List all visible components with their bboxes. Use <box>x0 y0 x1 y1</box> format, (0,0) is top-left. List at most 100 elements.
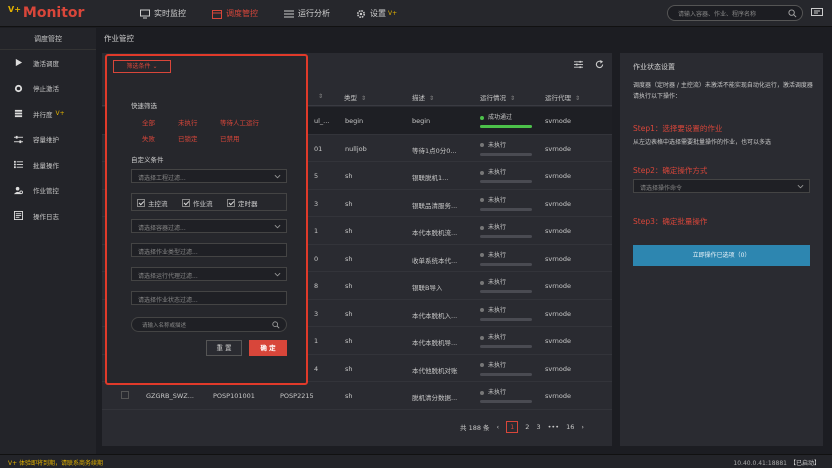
apply-selected-button[interactable]: 立即操作已选项（0） <box>633 245 810 266</box>
cell-type: nulljob <box>345 144 367 153</box>
quick-filter-failed[interactable]: 失败 <box>142 133 155 143</box>
column-header-sort[interactable]: ⇕ <box>314 92 323 100</box>
sidebar-item-stop[interactable]: 停止激活 <box>0 76 96 102</box>
page-button-current[interactable]: 1 <box>506 421 519 433</box>
monitor-icon <box>140 9 150 18</box>
search-icon[interactable] <box>272 321 280 329</box>
progress-bar <box>480 180 532 183</box>
job-status-filter-input[interactable]: 请选择作业状态过滤... <box>131 291 287 305</box>
status-text: 未执行 <box>488 389 507 396</box>
cell-c3: 5 <box>314 172 319 180</box>
container-filter-select[interactable]: 请选择容器过滤... <box>131 219 287 233</box>
cell-type: sh <box>345 254 353 263</box>
page-button[interactable]: 3 <box>536 423 540 431</box>
nav-label: 运行分析 <box>298 9 330 18</box>
server-status: 【已启动】 <box>789 460 820 467</box>
sort-icon: ⇕ <box>318 93 324 100</box>
sidebar-item-log[interactable]: 操作日志 <box>0 203 96 229</box>
checkbox-job-flow[interactable]: 作业流 <box>182 198 213 208</box>
cell-type: sh <box>345 227 353 235</box>
agent-filter-select[interactable]: 请选择运行代理过滤... <box>131 267 287 281</box>
progress-bar <box>480 125 532 128</box>
search-icon[interactable] <box>788 9 797 18</box>
progress-bar <box>480 235 532 238</box>
project-filter-select[interactable]: 请选择工程过滤... <box>131 169 287 183</box>
sidebar-item-batch[interactable]: 批量操作 <box>0 152 96 178</box>
cell-c3: 1 <box>314 227 319 235</box>
checkbox-label: 作业流 <box>193 200 213 208</box>
run-status: 未执行 <box>480 167 532 183</box>
gear-icon <box>356 9 366 18</box>
cell-agent: svrnode <box>545 392 572 400</box>
select-placeholder: 请选择容器过滤... <box>138 225 186 232</box>
quick-filter-disabled[interactable]: 已禁用 <box>220 133 240 143</box>
job-type-filter-input[interactable]: 请选择作业类型过滤... <box>131 243 287 257</box>
page-button-last[interactable]: 16 <box>566 423 574 431</box>
license-warning[interactable]: V+ 体验即将到期，请联系商务续期 <box>8 458 103 467</box>
sidebar-item-job-control[interactable]: 作业管控 <box>0 178 96 204</box>
refresh-icon[interactable] <box>595 60 604 69</box>
nav-settings[interactable]: 设置 V+ <box>356 0 397 27</box>
status-dot-icon <box>480 225 484 230</box>
page-title: 作业管控 <box>104 34 134 43</box>
quick-filter-not-run[interactable]: 未执行 <box>178 117 198 127</box>
checkbox-master-flow[interactable]: 主控流 <box>137 198 168 208</box>
prev-page-button[interactable]: ‹ <box>497 423 500 431</box>
nav-realtime-monitor[interactable]: 实时监控 <box>140 0 186 27</box>
row-checkbox[interactable] <box>121 391 129 399</box>
column-settings-icon[interactable] <box>574 60 583 69</box>
table-row[interactable]: GZGRB_SWZ... POSP101001 POSP2215 sh 脱机清分数据..… <box>102 382 612 410</box>
sidebar-item-label: 操作日志 <box>33 212 59 221</box>
cell-agent: svrnode <box>545 309 572 318</box>
filter-tab-label: 筛选条件 <box>126 63 151 70</box>
status-text: 未执行 <box>488 169 507 176</box>
page-button[interactable]: 2 <box>525 423 529 431</box>
cell-c3: ul_... <box>314 117 330 125</box>
nav-run-analysis[interactable]: 运行分析 <box>284 0 330 27</box>
cell-agent: svrnode <box>545 144 572 153</box>
next-page-button[interactable]: › <box>581 423 584 431</box>
column-header-run-agent[interactable]: 运行代理 ⇕ <box>545 92 580 102</box>
sidebar-item-parallel[interactable]: 并行度 V+ <box>0 101 96 127</box>
quick-filter-locked[interactable]: 已锁定 <box>178 133 198 143</box>
checkbox-label: 定时器 <box>238 200 258 208</box>
message-icon[interactable] <box>811 8 823 18</box>
nav-schedule-control[interactable]: 调度管控 <box>212 0 258 27</box>
status-text: 成功通过 <box>488 114 513 121</box>
checkbox-timer[interactable]: 定时器 <box>227 198 258 208</box>
sidebar-item-label: 批量操作 <box>33 161 59 170</box>
chevron-down-icon <box>274 174 281 179</box>
progress-bar <box>480 400 532 403</box>
cell-type: sh <box>345 364 353 373</box>
global-search-input[interactable]: 请输入容器、作业、程序名称 <box>667 5 803 21</box>
sidebar-item-label: 容量维护 <box>33 136 59 145</box>
cell-desc: 收单系统本代... <box>412 256 458 265</box>
sidebar-item-activate[interactable]: 激活调度 <box>0 50 96 76</box>
filter-toggle-button[interactable]: 筛选条件 ⌄ <box>113 60 171 73</box>
page-ellipsis[interactable]: ••• <box>548 423 560 431</box>
sidebar-item-capacity[interactable]: 容量维护 <box>0 127 96 153</box>
cell-c3: 3 <box>314 199 319 208</box>
quick-filter-wait-manual[interactable]: 等待人工运行 <box>220 117 259 127</box>
confirm-button[interactable]: 确 定 <box>249 340 287 356</box>
input-placeholder: 请选择作业类型过滤... <box>138 249 198 256</box>
reset-button[interactable]: 重 置 <box>206 340 242 356</box>
action-select[interactable]: 请选择操作命令 <box>633 179 810 193</box>
status-text: 未执行 <box>488 334 507 341</box>
column-header-type[interactable]: 类型 ⇕ <box>344 92 366 102</box>
quick-filter-all[interactable]: 全部 <box>142 117 155 127</box>
sidebar-item-label: 并行度 <box>33 110 53 119</box>
name-search-input[interactable]: 请输入名称或描述 <box>131 317 287 332</box>
main-nav: 实时监控 调度管控 运行分析 设置 V+ <box>140 0 423 27</box>
status-dot-icon <box>480 143 484 147</box>
brand-logo[interactable]: V+ Monitor <box>8 5 84 21</box>
column-header-description[interactable]: 描述 ⇕ <box>412 92 434 102</box>
chevron-down-icon: ⌄ <box>152 63 158 70</box>
column-header-run-status[interactable]: 运行情况 ⇕ <box>480 92 515 102</box>
checkbox-checked-icon <box>137 199 145 207</box>
cell-c3: 3 <box>314 309 319 318</box>
cell-desc: 本代本脱机导... <box>412 339 458 347</box>
sort-icon: ⇕ <box>429 95 435 102</box>
cell-c1: POSP101001 <box>213 392 255 400</box>
vip-badge: V+ <box>55 110 65 118</box>
